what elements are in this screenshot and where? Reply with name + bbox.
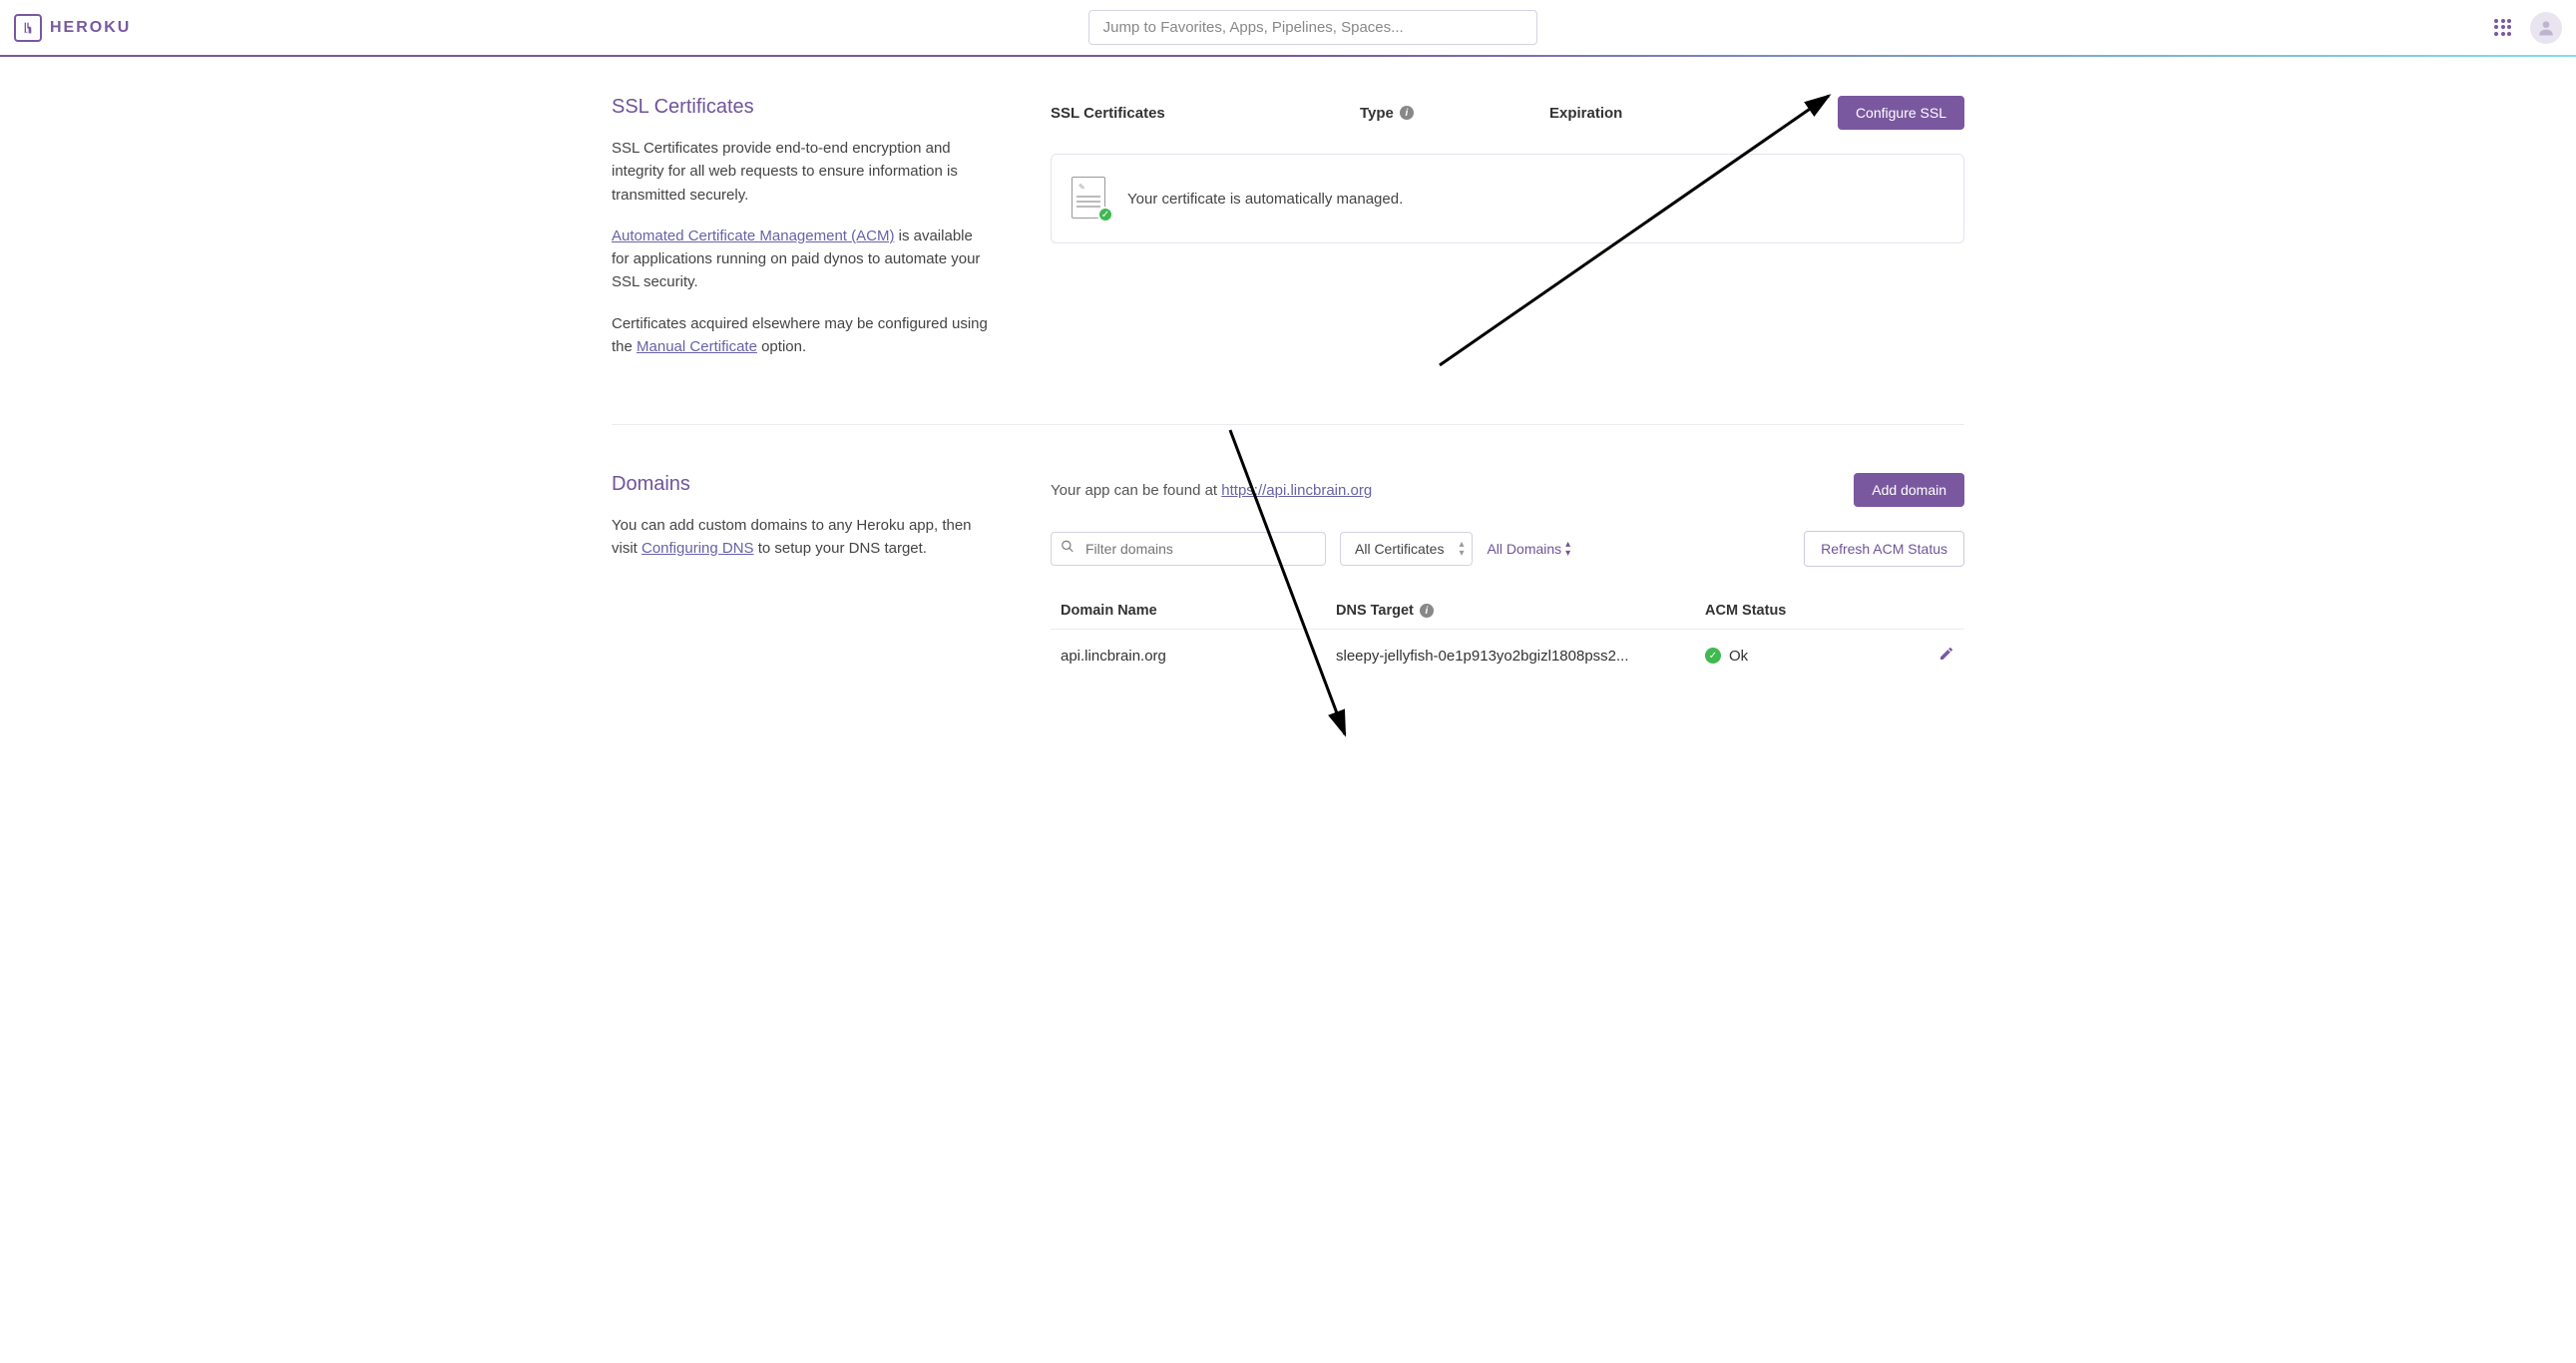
acm-status-cell: Ok (1729, 648, 1748, 665)
domains-section: Domains You can add custom domains to an… (612, 424, 1964, 729)
ssl-col-type: Typei (1360, 105, 1549, 122)
domains-table-header: Domain Name DNS Targeti ACM Status (1051, 593, 1964, 630)
app-url-link[interactable]: https://api.lincbrain.org (1221, 482, 1372, 499)
manual-cert-link[interactable]: Manual Certificate (637, 338, 757, 355)
logo[interactable]: HEROKU (14, 14, 131, 42)
chevron-updown-icon: ▴▾ (1565, 540, 1570, 558)
domain-name-cell: api.lincbrain.org (1061, 648, 1336, 665)
refresh-acm-button[interactable]: Refresh ACM Status (1804, 531, 1964, 567)
configuring-dns-link[interactable]: Configuring DNS (642, 540, 754, 557)
check-icon: ✓ (1705, 648, 1721, 664)
info-icon[interactable]: i (1420, 604, 1434, 618)
certificates-select[interactable]: All Certificates ▴▾ (1340, 532, 1473, 566)
search-icon (1061, 540, 1074, 559)
all-domains-filter[interactable]: All Domains ▴▾ (1487, 540, 1570, 558)
th-domain-name: Domain Name (1061, 603, 1336, 619)
cert-status-text: Your certificate is automatically manage… (1127, 191, 1403, 208)
th-acm-status: ACM Status (1705, 603, 1954, 619)
certificate-icon: ✎ ✓ (1072, 177, 1109, 221)
filter-domains-input[interactable] (1051, 532, 1326, 566)
ssl-section-title: SSL Certificates (612, 96, 991, 119)
ssl-section: SSL Certificates SSL Certificates provid… (612, 96, 1964, 424)
cert-status-box: ✎ ✓ Your certificate is automatically ma… (1051, 154, 1964, 243)
app-url-text: Your app can be found at https://api.lin… (1051, 482, 1372, 499)
global-search-input[interactable] (1088, 10, 1537, 45)
table-row: api.lincbrain.org sleepy-jellyfish-0e1p9… (1051, 630, 1964, 682)
dns-target-cell: sleepy-jellyfish-0e1p913yo2bgizl1808pss2… (1336, 648, 1705, 665)
ssl-col-certificates: SSL Certificates (1051, 105, 1360, 122)
acm-link[interactable]: Automated Certificate Management (ACM) (612, 227, 894, 244)
ssl-desc-2: Automated Certificate Management (ACM) i… (612, 225, 991, 294)
add-domain-button[interactable]: Add domain (1854, 473, 1964, 507)
brand-text: HEROKU (50, 19, 131, 37)
edit-icon[interactable] (1938, 646, 1954, 666)
th-dns-target: DNS Targeti (1336, 603, 1705, 619)
heroku-logo-icon (14, 14, 42, 42)
info-icon[interactable]: i (1400, 106, 1414, 120)
chevron-updown-icon: ▴▾ (1459, 540, 1464, 558)
apps-grid-icon[interactable] (2494, 19, 2512, 37)
domains-section-title: Domains (612, 473, 991, 496)
domains-desc: You can add custom domains to any Heroku… (612, 514, 991, 561)
ssl-col-expiration: Expiration (1549, 105, 1838, 122)
top-bar: HEROKU (0, 0, 2576, 56)
ssl-desc-3: Certificates acquired elsewhere may be c… (612, 312, 991, 359)
avatar[interactable] (2530, 12, 2562, 44)
configure-ssl-button[interactable]: Configure SSL (1838, 96, 1964, 130)
ssl-desc-1: SSL Certificates provide end-to-end encr… (612, 137, 991, 207)
